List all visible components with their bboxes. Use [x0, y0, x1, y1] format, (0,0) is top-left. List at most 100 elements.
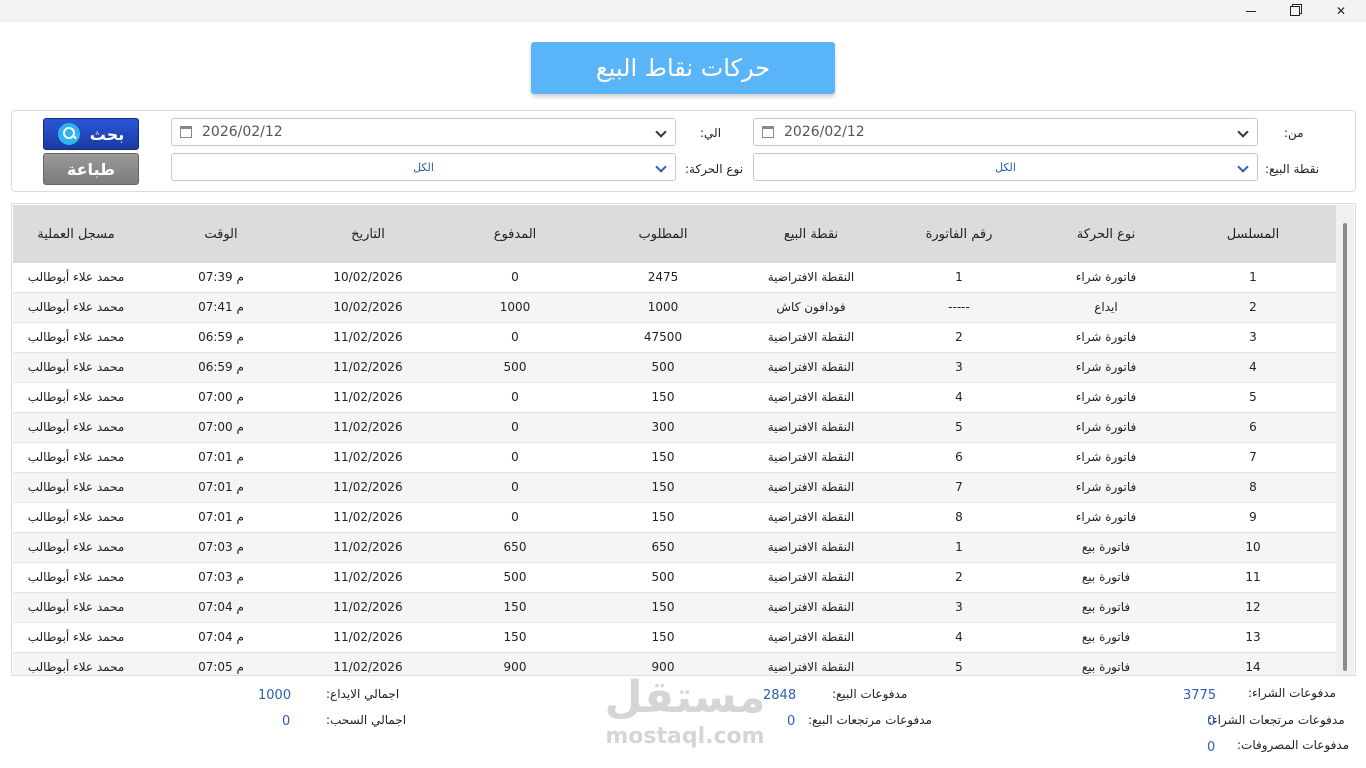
cell-paid: 0	[511, 510, 519, 524]
table-row[interactable]: 14 فاتورة بيع 5 النقطة الافتراضية 900 900 11/0…	[13, 653, 1337, 675]
cell-paid: 150	[503, 600, 527, 614]
table-row[interactable]: 10 فاتورة بيع 1 النقطة الافتراضية 650 650 11/0…	[13, 533, 1337, 563]
purchase-payments-label: مدفوعات الشراء:	[1248, 686, 1336, 700]
cell-type: فاتورة بيع	[1081, 600, 1131, 614]
cell-serial: 7	[1249, 450, 1257, 464]
pos-select[interactable]: الكل	[753, 153, 1258, 181]
cell-type: فاتورة شراء	[1075, 420, 1137, 434]
cell-time: 07:01 م	[198, 450, 244, 464]
print-button-label: طباعة	[66, 159, 116, 179]
cell-paid: 500	[503, 360, 527, 374]
withdrawals-label: اجمالي السحب:	[326, 713, 407, 727]
table-row[interactable]: 6 فاتورة شراء 5 النقطة الافتراضية 300 0 11/02/…	[13, 413, 1337, 443]
table-row[interactable]: 3 فاتورة شراء 2 النقطة الافتراضية 47500 0 11/0…	[13, 323, 1337, 353]
cell-invoice: 1	[955, 540, 963, 554]
cell-date: 11/02/2026	[333, 360, 403, 374]
cell-time: 07:00 م	[198, 390, 244, 404]
to-date-value: 2026/02/12	[202, 124, 283, 140]
table-row[interactable]: 4 فاتورة شراء 3 النقطة الافتراضية 500 500 11/0…	[13, 353, 1337, 383]
cell-type: فاتورة شراء	[1075, 270, 1137, 284]
cell-time: 07:04 م	[198, 600, 244, 614]
cell-pos: النقطة الافتراضية	[767, 390, 855, 404]
cell-invoice: 3	[955, 600, 963, 614]
cell-required: 2475	[647, 270, 679, 284]
cell-date: 11/02/2026	[333, 570, 403, 584]
movement-type-label: نوع الحركة:	[685, 162, 744, 176]
cell-time: 07:39 م	[198, 270, 244, 284]
cell-type: فاتورة شراء	[1075, 360, 1137, 374]
cell-time: 07:05 م	[198, 660, 244, 674]
window-titlebar: ✕	[0, 0, 1366, 22]
header-paid[interactable]: المدفوع	[494, 227, 537, 242]
cell-pos: النقطة الافتراضية	[767, 360, 855, 374]
print-button[interactable]: طباعة	[43, 153, 139, 185]
cell-serial: 13	[1245, 630, 1261, 644]
table-row[interactable]: 8 فاتورة شراء 7 النقطة الافتراضية 150 0 11/02/…	[13, 473, 1337, 503]
movement-type-select-value: الكل	[413, 161, 434, 174]
cell-paid: 0	[511, 270, 519, 284]
cell-user: محمد علاء أبوطالب	[27, 480, 125, 494]
header-user[interactable]: مسجل العملية	[37, 227, 115, 242]
header-time[interactable]: الوقت	[204, 227, 237, 242]
vertical-scrollbar[interactable]	[1336, 205, 1354, 675]
cell-required: 150	[651, 480, 675, 494]
cell-type: فاتورة شراء	[1075, 510, 1137, 524]
cell-paid: 150	[503, 630, 527, 644]
cell-pos: النقطة الافتراضية	[767, 450, 855, 464]
cell-invoice: 5	[955, 420, 963, 434]
cell-serial: 8	[1249, 480, 1257, 494]
cell-pos: النقطة الافتراضية	[767, 420, 855, 434]
expenses-label: مدفوعات المصروفات:	[1237, 738, 1350, 752]
cell-type: فاتورة بيع	[1081, 660, 1131, 674]
from-date-picker[interactable]: 2026/02/12	[753, 118, 1258, 146]
table-row[interactable]: 12 فاتورة بيع 3 النقطة الافتراضية 150 150 11/0…	[13, 593, 1337, 623]
cell-user: محمد علاء أبوطالب	[27, 300, 125, 314]
header-serial[interactable]: المسلسل	[1227, 227, 1279, 242]
sales-payments-value: 2848	[763, 688, 797, 703]
cell-user: محمد علاء أبوطالب	[27, 510, 125, 524]
cell-serial: 3	[1249, 330, 1257, 344]
restore-icon[interactable]	[1272, 0, 1318, 22]
cell-date: 11/02/2026	[333, 600, 403, 614]
table-row[interactable]: 2 ايداع ----- فودافون كاش 1000 1000 10/02/2026…	[13, 293, 1337, 323]
movement-type-select[interactable]: الكل	[171, 153, 676, 181]
search-button[interactable]: بحث	[43, 118, 139, 150]
close-icon[interactable]: ✕	[1318, 0, 1364, 22]
cell-user: محمد علاء أبوطالب	[27, 420, 125, 434]
minimize-icon[interactable]	[1228, 0, 1274, 22]
cell-invoice: 3	[955, 360, 963, 374]
table-row[interactable]: 5 فاتورة شراء 4 النقطة الافتراضية 150 0 11/02/…	[13, 383, 1337, 413]
header-date[interactable]: التاريخ	[351, 227, 385, 242]
to-date-picker[interactable]: 2026/02/12	[171, 118, 676, 146]
cell-type: فاتورة بيع	[1081, 540, 1131, 554]
header-invoice[interactable]: رقم الفاتورة	[926, 227, 993, 242]
cell-user: محمد علاء أبوطالب	[27, 630, 125, 644]
cell-serial: 5	[1249, 390, 1257, 404]
cell-invoice: 4	[955, 630, 963, 644]
cell-pos: النقطة الافتراضية	[767, 660, 855, 674]
purchase-returns-label: مدفوعات مرتجعات الشراء:	[1208, 713, 1345, 727]
cell-pos: النقطة الافتراضية	[767, 630, 855, 644]
header-required[interactable]: المطلوب	[638, 227, 687, 242]
to-date-label: الي:	[700, 126, 722, 140]
cell-pos: النقطة الافتراضية	[767, 480, 855, 494]
table-row[interactable]: 13 فاتورة بيع 4 النقطة الافتراضية 150 150 11/0…	[13, 623, 1337, 653]
cell-user: محمد علاء أبوطالب	[27, 600, 125, 614]
table-row[interactable]: 11 فاتورة بيع 2 النقطة الافتراضية 500 500 11/0…	[13, 563, 1337, 593]
header-pos[interactable]: نقطة البيع	[784, 227, 838, 242]
cell-time: 07:01 م	[198, 480, 244, 494]
cell-invoice: 8	[955, 510, 963, 524]
cell-required: 150	[651, 450, 675, 464]
cell-date: 10/02/2026	[333, 270, 403, 284]
table-row[interactable]: 1 فاتورة شراء 1 النقطة الافتراضية 2475 0 10/02…	[13, 263, 1337, 293]
header-type[interactable]: نوع الحركة	[1077, 227, 1136, 242]
table-row[interactable]: 9 فاتورة شراء 8 النقطة الافتراضية 150 0 11/02/…	[13, 503, 1337, 533]
cell-invoice: 1	[955, 270, 963, 284]
table-row[interactable]: 7 فاتورة شراء 6 النقطة الافتراضية 150 0 11/02/…	[13, 443, 1337, 473]
cell-type: ايداع	[1094, 300, 1118, 314]
scrollbar-thumb[interactable]	[1343, 223, 1347, 671]
cell-invoice: -----	[948, 300, 970, 314]
from-date-value: 2026/02/12	[784, 124, 865, 140]
cell-date: 11/02/2026	[333, 660, 403, 674]
cell-time: 07:04 م	[198, 630, 244, 644]
